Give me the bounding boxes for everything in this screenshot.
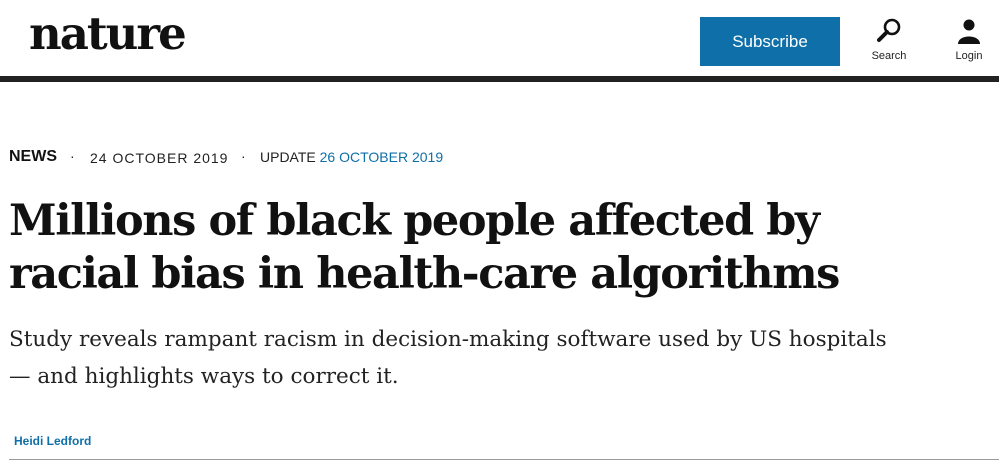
update-date: 26 OCTOBER 2019 [319,149,444,165]
author-link[interactable]: Heidi Ledford [14,434,91,448]
author-divider [9,459,999,460]
user-icon [958,19,980,44]
update-info: UPDATE 26 OCTOBER 2019 [260,149,443,165]
meta-separator: · [70,148,75,164]
article-standfirst: Study reveals rampant racism in decision… [9,327,887,389]
nature-logo[interactable]: nature [29,6,187,62]
article-type: NEWS [9,148,57,165]
login-button[interactable]: Login [939,16,999,68]
search-icon [877,18,901,42]
header-divider [0,76,999,82]
meta-separator: · [241,148,246,164]
article-title: Millions of black people affected by rac… [9,196,840,299]
subscribe-button[interactable]: Subscribe [700,17,840,66]
article-meta: NEWS · 24 OCTOBER 2019 · UPDATE 26 OCTOB… [9,148,709,168]
search-label: Search [871,50,907,62]
published-date: 24 OCTOBER 2019 [90,150,229,166]
search-button[interactable]: Search [859,16,919,68]
site-header: nature Subscribe Search Login [0,0,999,76]
login-label: Login [955,50,983,62]
update-prefix: UPDATE [260,149,316,165]
